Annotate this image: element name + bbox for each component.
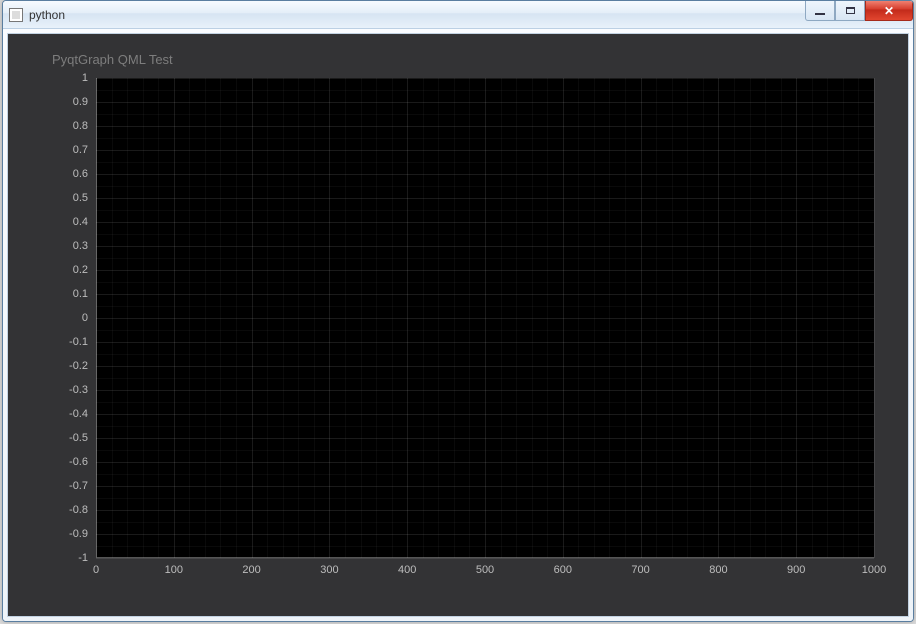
close-icon: ✕: [884, 5, 894, 17]
gridline-h: [96, 486, 874, 487]
gridline-h-minor: [96, 114, 874, 115]
app-icon: [9, 8, 23, 22]
gridline-h: [96, 558, 874, 559]
y-tick-label: -0.1: [69, 336, 88, 348]
x-tick-label: 300: [320, 564, 338, 576]
gridline-h-minor: [96, 234, 874, 235]
minimize-icon: [815, 13, 825, 15]
window-title: python: [29, 8, 65, 22]
gridline-h-minor: [96, 186, 874, 187]
gridline-h-minor: [96, 162, 874, 163]
gridline-h-minor: [96, 474, 874, 475]
client-area: PyqtGraph QML Test 010020030040050060070…: [3, 29, 913, 621]
minimize-button[interactable]: [805, 1, 835, 21]
y-tick-label: -0.6: [69, 456, 88, 468]
titlebar[interactable]: python ✕: [3, 1, 913, 29]
gridline-h-minor: [96, 450, 874, 451]
y-tick-label: -0.2: [69, 360, 88, 372]
gridline-h: [96, 462, 874, 463]
y-tick-label: 0.3: [73, 240, 88, 252]
y-tick-label: 0.8: [73, 120, 88, 132]
x-tick-label: 0: [93, 564, 99, 576]
y-tick-label: 0: [82, 312, 88, 324]
gridline-h: [96, 342, 874, 343]
gridline-h: [96, 150, 874, 151]
gridline-h-minor: [96, 546, 874, 547]
gridline-h: [96, 102, 874, 103]
gridline-h-minor: [96, 402, 874, 403]
y-tick-label: 1: [82, 72, 88, 84]
y-tick-label: -0.7: [69, 480, 88, 492]
x-tick-label: 100: [165, 564, 183, 576]
y-tick-label: 0.5: [73, 192, 88, 204]
y-tick-label: 0.1: [73, 288, 88, 300]
gridline-h: [96, 294, 874, 295]
gridline-h: [96, 78, 874, 79]
x-tick-label: 200: [242, 564, 260, 576]
y-tick-label: -0.8: [69, 504, 88, 516]
y-tick-label: 0.6: [73, 168, 88, 180]
gridline-h-minor: [96, 378, 874, 379]
gridline-h-minor: [96, 330, 874, 331]
gridline-h-minor: [96, 306, 874, 307]
gridline-h: [96, 270, 874, 271]
gridline-h: [96, 366, 874, 367]
gridline-h: [96, 246, 874, 247]
y-tick-label: -0.5: [69, 432, 88, 444]
gridline-h-minor: [96, 426, 874, 427]
x-tick-label: 1000: [862, 564, 886, 576]
gridline-h: [96, 174, 874, 175]
gridline-h-minor: [96, 498, 874, 499]
x-tick-label: 800: [709, 564, 727, 576]
y-tick-label: 0.9: [73, 96, 88, 108]
gridline-h-minor: [96, 138, 874, 139]
gridline-h: [96, 198, 874, 199]
gridline-v: [874, 78, 875, 558]
y-tick-label: 0.4: [73, 216, 88, 228]
gridline-h: [96, 438, 874, 439]
plot-frame: PyqtGraph QML Test 010020030040050060070…: [7, 33, 909, 617]
gridline-h: [96, 318, 874, 319]
gridline-h-minor: [96, 354, 874, 355]
gridline-h-minor: [96, 282, 874, 283]
gridline-h: [96, 510, 874, 511]
close-button[interactable]: ✕: [865, 1, 913, 21]
y-tick-label: -1: [78, 552, 88, 564]
y-tick-label: -0.3: [69, 384, 88, 396]
gridline-h-minor: [96, 522, 874, 523]
x-tick-label: 600: [554, 564, 572, 576]
chart-title: PyqtGraph QML Test: [52, 52, 874, 67]
chart[interactable]: PyqtGraph QML Test 010020030040050060070…: [42, 52, 874, 586]
y-tick-label: -0.9: [69, 528, 88, 540]
gridline-h-minor: [96, 90, 874, 91]
x-tick-label: 400: [398, 564, 416, 576]
y-tick-label: 0.7: [73, 144, 88, 156]
gridline-h: [96, 126, 874, 127]
x-tick-label: 900: [787, 564, 805, 576]
plot-region[interactable]: 01002003004005006007008009001000 -1-0.9-…: [96, 78, 874, 558]
gridline-h: [96, 414, 874, 415]
app-window: python ✕ PyqtGraph QML Test 010020030040…: [2, 0, 914, 622]
x-tick-label: 700: [631, 564, 649, 576]
gridline-h: [96, 390, 874, 391]
y-tick-label: -0.4: [69, 408, 88, 420]
x-tick-label: 500: [476, 564, 494, 576]
window-controls: ✕: [805, 1, 913, 21]
maximize-icon: [846, 7, 855, 14]
gridline-h: [96, 534, 874, 535]
y-tick-label: 0.2: [73, 264, 88, 276]
gridline-h-minor: [96, 210, 874, 211]
maximize-button[interactable]: [835, 1, 865, 21]
gridline-h-minor: [96, 258, 874, 259]
gridline-h: [96, 222, 874, 223]
